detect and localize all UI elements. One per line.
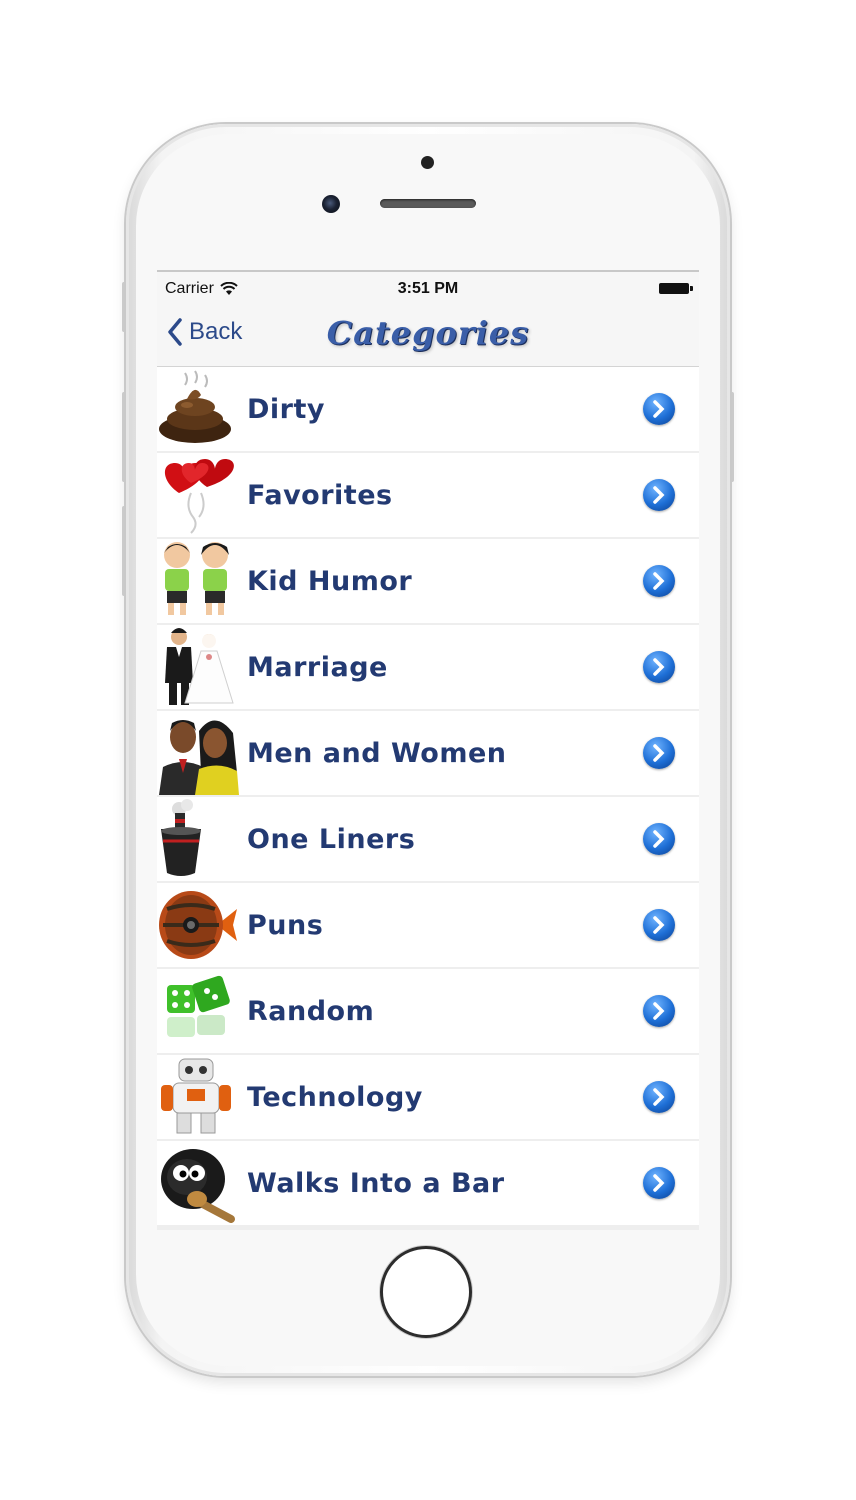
category-list: Dirty Favorites Kid Humor Marriage Men a… [157,367,699,1225]
kids-icon [157,539,239,623]
battery-icon [659,283,693,294]
category-label: Puns [247,909,324,941]
category-row-marriage[interactable]: Marriage [157,625,699,709]
heart-balloons-icon [157,453,239,537]
chevron-right-icon[interactable] [643,995,675,1027]
category-row-one-liners[interactable]: One Liners [157,797,699,881]
category-label: Favorites [247,479,393,511]
chevron-right-icon[interactable] [643,565,675,597]
category-row-favorites[interactable]: Favorites [157,453,699,537]
dice-icon [157,969,239,1053]
category-row-walks-into-a-bar[interactable]: Walks Into a Bar [157,1141,699,1225]
ship-icon [157,797,239,881]
chevron-right-icon[interactable] [643,737,675,769]
category-label: One Liners [247,823,416,855]
category-row-puns[interactable]: Puns [157,883,699,967]
category-label: Marriage [247,651,388,683]
home-button[interactable] [380,1246,472,1338]
page-title: Categories [326,314,530,352]
chevron-right-icon[interactable] [643,1081,675,1113]
poop-icon [157,367,239,451]
category-label: Dirty [247,393,325,425]
bride-groom-icon [157,625,239,709]
chevron-right-icon[interactable] [643,823,675,855]
barrel-fish-icon [157,883,239,967]
category-row-technology[interactable]: Technology [157,1055,699,1139]
status-time: 3:51 PM [397,280,459,297]
couple-icon [157,711,239,795]
chevron-right-icon[interactable] [643,651,675,683]
robot-icon [157,1055,239,1139]
category-label: Men and Women [247,737,507,769]
app-screen: Carrier 3:51 PM Back Categories Dirty Fa… [157,270,699,1230]
chevron-right-icon[interactable] [643,1167,675,1199]
chevron-right-icon[interactable] [643,909,675,941]
category-label: Walks Into a Bar [247,1167,505,1199]
category-row-kid-humor[interactable]: Kid Humor [157,539,699,623]
category-row-dirty[interactable]: Dirty [157,367,699,451]
category-row-men-and-women[interactable]: Men and Women [157,711,699,795]
navigation-bar: Back Categories [157,304,699,367]
category-label: Technology [247,1081,423,1113]
proximity-sensor [421,156,434,169]
category-label: Random [247,995,375,1027]
earpiece-speaker [380,199,476,208]
front-camera-icon [322,195,340,213]
chevron-right-icon[interactable] [643,479,675,511]
chevron-right-icon[interactable] [643,393,675,425]
category-label: Kid Humor [247,565,413,597]
category-row-random[interactable]: Random [157,969,699,1053]
status-bar: Carrier 3:51 PM [157,272,699,304]
sheep-guitar-icon [157,1141,239,1225]
